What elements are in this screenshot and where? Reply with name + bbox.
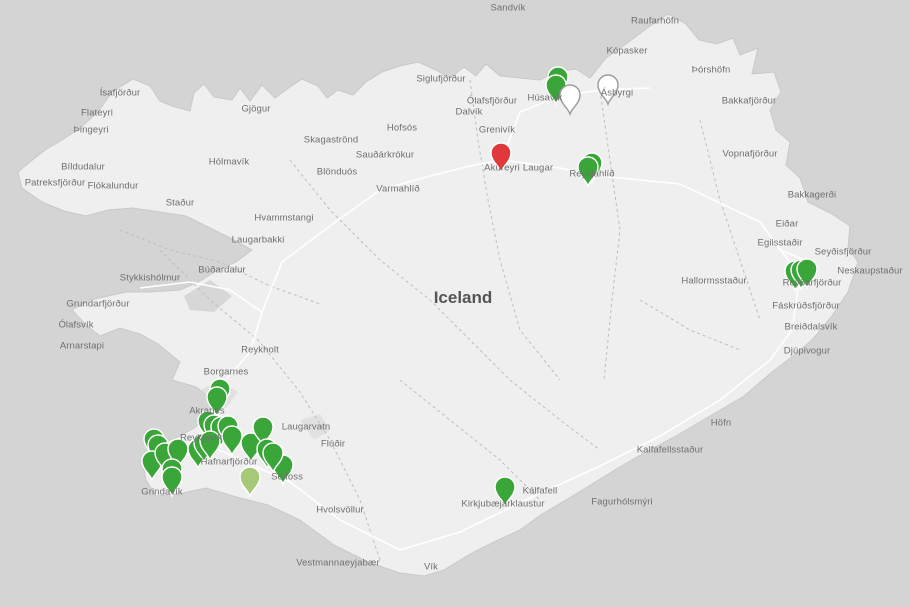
place-label: Hafnarfjörður	[200, 456, 258, 468]
place-label: Þórshöfn	[691, 64, 731, 76]
place-label: Borgarnes	[203, 366, 249, 378]
place-label: Flókalundur	[87, 180, 139, 192]
place-label: Blönduós	[316, 166, 358, 178]
place-label: Laugarvatn	[281, 421, 331, 433]
map-view[interactable]: Sandvík Raufarhöfn Kópasker Þórshöfn Bakkafj…	[0, 0, 910, 607]
place-label: Kálfafell	[522, 485, 558, 497]
place-label: Akureyri	[484, 162, 520, 174]
place-label: Egilsstaðir	[757, 237, 803, 249]
place-label: Breiðdalsvík	[784, 321, 838, 333]
place-label: Hvammstangi	[254, 212, 314, 224]
place-label: Reykholt	[241, 344, 279, 356]
place-label: Selfoss	[271, 471, 303, 483]
place-label: Ólafsfjörður	[466, 95, 518, 107]
place-label: Laugarbakki	[231, 234, 285, 246]
place-label: Varmahlíð	[376, 183, 420, 195]
place-label: Hallormsstaður	[681, 275, 747, 287]
place-label: Búðardalur	[198, 264, 246, 276]
place-label: Vík	[423, 561, 439, 573]
place-label: Fagurhólsmýri	[591, 496, 653, 508]
place-label: Grundarfjörður	[66, 298, 130, 310]
place-label: Seyðisfjörður	[814, 246, 872, 258]
place-label: Ásbyrgi	[600, 87, 634, 99]
place-label: Staður	[165, 197, 195, 209]
country-label: Iceland	[433, 288, 493, 307]
place-label: Hvolsvöllur	[316, 504, 364, 516]
place-label: Akranes	[189, 405, 225, 417]
place-label: Grenivík	[478, 124, 516, 136]
place-label: Grindavík	[141, 486, 183, 498]
place-label: Reykjavík	[179, 432, 223, 444]
place-label: Djúpivogur	[783, 345, 831, 357]
place-label: Fáskrúðsfjörður	[772, 300, 840, 312]
place-label: Reyðarfjörður	[782, 277, 842, 289]
place-label: Húsavík	[527, 92, 563, 104]
place-label: Reykjahlíð	[569, 168, 615, 180]
place-label: Bakkagerði	[787, 189, 837, 201]
place-label: Bakkafjörður	[721, 95, 777, 107]
place-label: Flúðir	[320, 438, 346, 450]
place-label: Dalvík	[455, 106, 483, 118]
place-label: Arnarstapi	[59, 340, 105, 352]
place-label: Hofsós	[386, 122, 418, 134]
place-label: Patreksfjörður	[24, 177, 86, 189]
place-label: Höfn	[710, 417, 732, 429]
place-label: Ísafjörður	[99, 87, 141, 99]
place-label: Ólafsvík	[58, 319, 94, 331]
place-label: Stykkishólmur	[119, 272, 181, 284]
place-label: Flateyri	[81, 107, 113, 119]
place-label: Bíldudalur	[61, 161, 105, 173]
place-label: Þingeyri	[73, 124, 109, 136]
place-label: Vopnafjörður	[722, 148, 778, 160]
place-label: Sauðárkrókur	[355, 149, 415, 161]
place-label: Vestmannaeyjabær	[296, 557, 380, 569]
place-label: Neskaupstaður	[837, 265, 903, 277]
place-label: Kópasker	[606, 45, 648, 57]
place-label: Hólmavík	[208, 156, 250, 168]
place-label: Sandvík	[490, 2, 526, 14]
place-label: Kalfafellsstaður	[636, 444, 704, 456]
place-label: Siglufjörður	[416, 73, 466, 85]
place-label: Raufarhöfn	[630, 15, 680, 27]
place-label: Laugar	[522, 162, 554, 174]
place-label: Eiðar	[775, 218, 799, 230]
place-label: Kirkjubæjarklaustur	[461, 498, 545, 510]
place-label: Skagaströnd	[303, 134, 359, 146]
place-label: Gjögur	[241, 103, 271, 115]
